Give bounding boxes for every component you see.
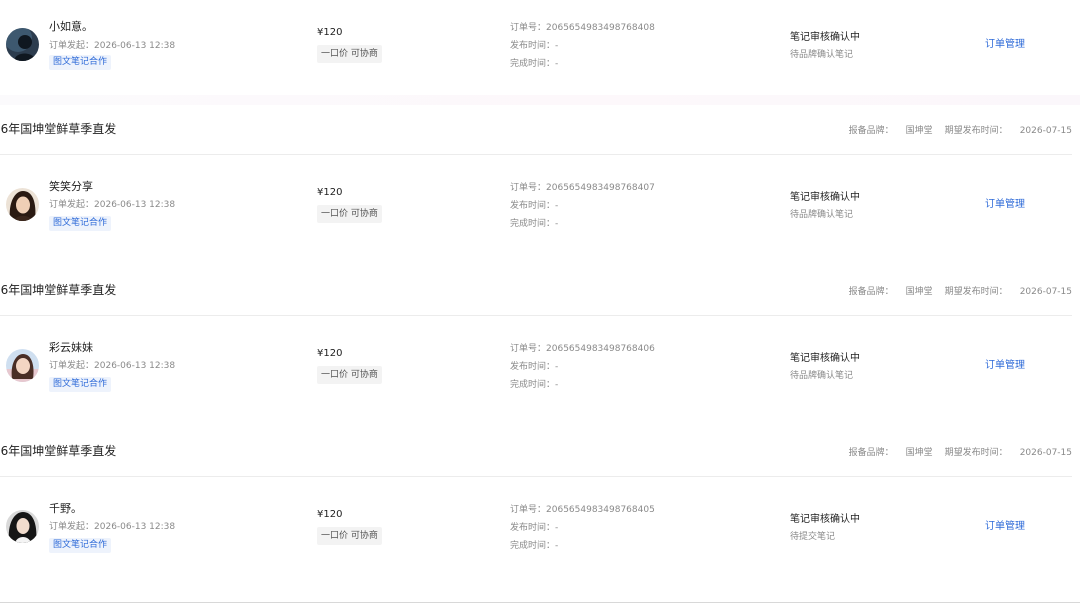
order-start-time: 订单发起：2026-06-13 12:38 [49,41,176,51]
campaign-title: 26年国坤堂鲜草季直发 [0,283,117,297]
order-manage-link[interactable]: 订单管理 [985,35,1025,50]
order-price: ¥120 [317,187,343,198]
complete-time: 完成时间：- [510,219,559,229]
order-substatus: 待品牌确认笔记 [790,210,854,220]
order-card: 笑笑分享 订单发起：2026-06-13 12:38 图文笔记合作 ¥120 一… [0,161,1080,279]
order-status: 笔记审核确认中 [790,514,860,525]
order-price: ¥120 [317,348,343,359]
order-substatus: 待品牌确认笔记 [790,371,854,381]
creator-avatar[interactable] [6,28,39,61]
creator-avatar[interactable] [6,188,39,221]
complete-time: 完成时间：- [510,541,559,551]
campaign-title: 26年国坤堂鲜草季直发 [0,122,117,136]
brand-info: 报备品牌： 国坤堂 [848,126,933,136]
order-start-time: 订单发起：2026-06-13 12:38 [49,522,176,532]
creator-name[interactable]: 小如意。 [49,18,93,34]
cooperation-type-tag: 图文笔记合作 [49,377,112,392]
order-substatus: 待提交笔记 [790,532,836,542]
campaign-group-header: 26年国坤堂鲜草季直发 报备品牌： 国坤堂 期望发布时间： 2026-07-15 [0,427,1080,477]
price-type-tag: 一口价 可协商 [317,527,382,545]
campaign-title: 26年国坤堂鲜草季直发 [0,444,117,458]
creator-name[interactable]: 彩云妹妹 [49,339,93,355]
price-type-tag: 一口价 可协商 [317,205,382,223]
order-price: ¥120 [317,509,343,520]
publish-time: 发布时间：- [510,41,559,51]
header-divider [0,315,1072,316]
publish-time: 发布时间：- [510,523,559,533]
complete-time: 完成时间：- [510,380,559,390]
campaign-meta: 报备品牌： 国坤堂 期望发布时间： 2026-07-15 [849,445,1072,458]
order-number: 订单号：2065654983498768406 [510,344,655,354]
expected-publish-info: 期望发布时间： 2026-07-15 [944,126,1072,136]
order-card: 小如意。 订单发起：2026-06-13 12:38 图文笔记合作 ¥120 一… [0,0,1080,106]
publish-time: 发布时间：- [510,201,559,211]
brand-info: 报备品牌： 国坤堂 [848,287,933,297]
order-manage-link[interactable]: 订单管理 [985,517,1025,532]
creator-avatar[interactable] [6,510,39,543]
order-number: 订单号：2065654983498768408 [510,23,655,33]
campaign-meta: 报备品牌： 国坤堂 期望发布时间： 2026-07-15 [849,284,1072,297]
creator-name[interactable]: 笑笑分享 [49,178,93,194]
order-status: 笔记审核确认中 [790,32,860,43]
order-price: ¥120 [317,27,343,38]
cooperation-type-tag: 图文笔记合作 [49,55,112,70]
cooperation-type-tag: 图文笔记合作 [49,538,112,553]
cooperation-type-tag: 图文笔记合作 [49,216,112,231]
order-card: 彩云妹妹 订单发起：2026-06-13 12:38 图文笔记合作 ¥120 一… [0,322,1080,440]
expected-publish-info: 期望发布时间： 2026-07-15 [944,287,1072,297]
complete-time: 完成时间：- [510,59,559,69]
order-start-time: 订单发起：2026-06-13 12:38 [49,361,176,371]
order-number: 订单号：2065654983498768405 [510,505,655,515]
order-substatus: 待品牌确认笔记 [790,50,854,60]
publish-time: 发布时间：- [510,362,559,372]
header-divider [0,476,1072,477]
price-type-tag: 一口价 可协商 [317,45,382,63]
campaign-meta: 报备品牌： 国坤堂 期望发布时间： 2026-07-15 [849,123,1072,136]
order-card: 千野。 订单发起：2026-06-13 12:38 图文笔记合作 ¥120 一口… [0,483,1080,590]
order-manage-link[interactable]: 订单管理 [985,195,1025,210]
creator-name[interactable]: 千野。 [49,500,82,516]
campaign-group-header: 26年国坤堂鲜草季直发 报备品牌： 国坤堂 期望发布时间： 2026-07-15 [0,266,1080,316]
order-manage-link[interactable]: 订单管理 [985,356,1025,371]
order-status: 笔记审核确认中 [790,192,860,203]
campaign-group-header: 26年国坤堂鲜草季直发 报备品牌： 国坤堂 期望发布时间： 2026-07-15 [0,105,1080,155]
creator-avatar[interactable] [6,349,39,382]
order-status: 笔记审核确认中 [790,353,860,364]
list-bottom-border [0,602,1080,603]
header-divider [0,154,1072,155]
expected-publish-info: 期望发布时间： 2026-07-15 [944,448,1072,458]
order-number: 订单号：2065654983498768407 [510,183,655,193]
brand-info: 报备品牌： 国坤堂 [848,448,933,458]
price-type-tag: 一口价 可协商 [317,366,382,384]
order-start-time: 订单发起：2026-06-13 12:38 [49,200,176,210]
